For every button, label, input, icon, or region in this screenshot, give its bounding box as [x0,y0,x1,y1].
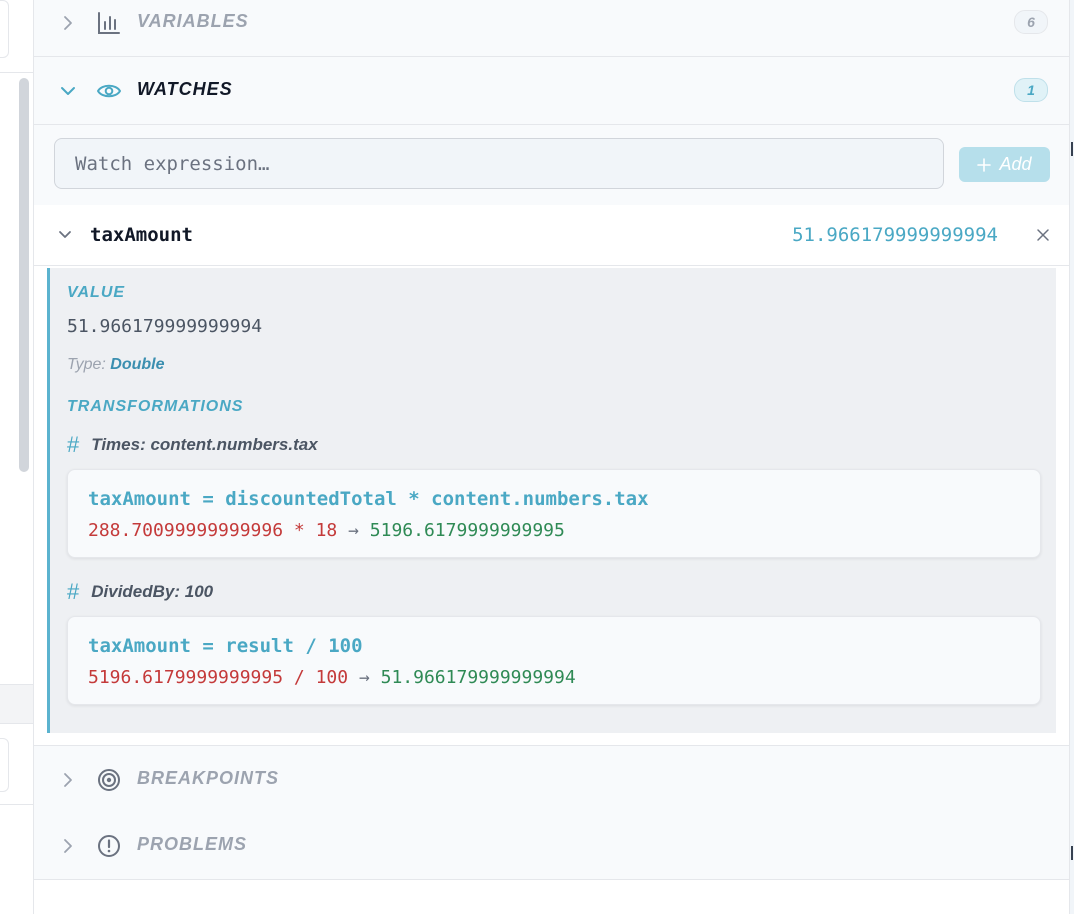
right-edge-strip [1069,0,1074,914]
type-label: Type: [67,356,106,373]
chevron-right-icon [64,773,72,787]
transformation-title: # Times: content.numbers.tax [67,432,318,457]
chevron-right-icon [64,839,72,853]
transformations-label: TRANSFORMATIONS [67,398,244,415]
chevron-down-icon [61,87,75,95]
debug-sidebar-panel: VARIABLES 6 WATCHES 1 Watch expression… … [34,0,1069,914]
evaluation-operands: 288.70099999999996 * 18 [88,520,338,541]
left-pane-divider [0,804,33,805]
transformation-card: taxAmount = result / 100 5196.6179999999… [67,616,1041,705]
hash-icon: # [67,432,80,457]
section-title-problems: PROBLEMS [137,834,248,854]
type-row: Type: Double [67,356,165,374]
section-header-variables[interactable]: VARIABLES 6 [34,0,1069,57]
close-icon[interactable] [1036,228,1050,242]
watch-input-row: Watch expression… Add [34,125,1069,206]
evaluation-result: 5196.6179999999995 [369,520,565,541]
type-value: Double [110,356,165,373]
eye-icon [97,84,121,98]
evaluation-operands: 5196.6179999999995 / 100 [88,667,349,688]
left-pane-card [0,0,9,58]
hash-icon: # [67,579,80,604]
watch-name: taxAmount [90,224,193,246]
chevron-down-icon[interactable] [58,228,72,242]
target-icon [98,769,120,791]
section-header-watches[interactable]: WATCHES 1 [34,57,1069,125]
transformation-evaluation: 5196.6179999999995 / 100 → 51.9661799999… [88,667,576,688]
transformation-expression: taxAmount = result / 100 [88,635,363,657]
transformation-title: # DividedBy: 100 [67,579,214,604]
transformation-card: taxAmount = discountedTotal * content.nu… [67,469,1041,558]
count-badge-watches: 1 [1014,78,1048,102]
detail-value: 51.966179999999994 [67,316,263,337]
watch-value: 51.966179999999994 [792,224,998,246]
alert-circle-icon [98,835,120,857]
left-pane-edge [0,0,34,914]
section-title-watches: WATCHES [137,79,233,99]
chevron-right-icon [64,16,72,30]
evaluation-arrow: → [358,667,370,688]
transformation-evaluation: 288.70099999999996 * 18 → 5196.617999999… [88,520,565,541]
right-edge-marker [1071,142,1073,156]
section-header-breakpoints[interactable]: BREAKPOINTS [34,745,1069,814]
value-label: VALUE [67,284,126,301]
add-watch-button[interactable]: Add [959,147,1050,182]
bar-chart-icon [98,12,120,34]
transformation-expression: taxAmount = discountedTotal * content.nu… [88,488,649,510]
plus-icon [977,157,992,172]
left-pane-divider [0,72,33,73]
section-title-variables: VARIABLES [137,11,249,31]
add-button-label: Add [999,154,1032,174]
evaluation-arrow: → [348,520,359,541]
left-pane-scrollbar[interactable] [19,78,29,472]
left-pane-card [0,738,9,792]
evaluation-result: 51.966179999999994 [380,667,576,688]
section-title-breakpoints: BREAKPOINTS [137,768,280,788]
left-pane-band [0,684,33,724]
watch-expression-input[interactable]: Watch expression… [54,138,944,189]
watch-item-row[interactable]: taxAmount 51.966179999999994 [34,205,1069,266]
watch-detail-panel: VALUE 51.966179999999994 Type: Double TR… [47,268,1056,733]
panel-divider [34,879,1069,880]
count-badge-variables: 6 [1014,10,1048,34]
right-edge-marker [1071,846,1073,860]
section-header-problems[interactable]: PROBLEMS [34,812,1069,880]
